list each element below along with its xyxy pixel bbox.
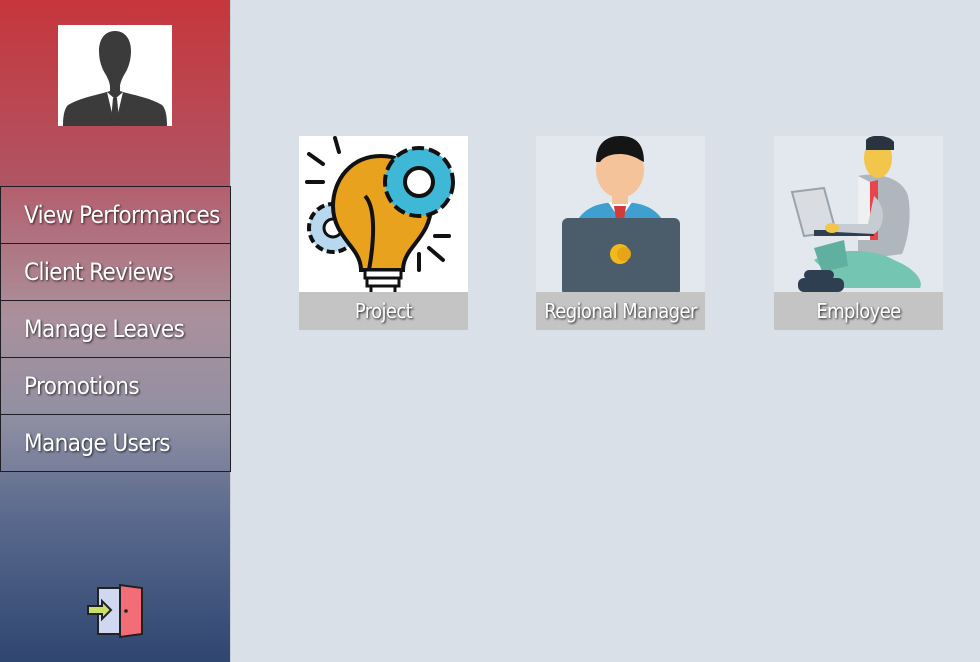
menu-item-manage-users[interactable]: Manage Users bbox=[0, 414, 231, 472]
menu-item-manage-leaves[interactable]: Manage Leaves bbox=[0, 300, 231, 358]
logout-door-icon bbox=[87, 583, 143, 639]
sidebar: View Performances Client Reviews Manage … bbox=[0, 0, 231, 662]
sidebar-menu: View Performances Client Reviews Manage … bbox=[0, 186, 231, 472]
employee-laptop-icon bbox=[774, 136, 943, 296]
lightbulb-gears-icon bbox=[299, 136, 468, 296]
employee-card[interactable]: Employee bbox=[774, 136, 943, 330]
menu-item-promotions[interactable]: Promotions bbox=[0, 357, 231, 415]
manager-laptop-icon bbox=[536, 136, 705, 296]
menu-item-view-performances[interactable]: View Performances bbox=[0, 186, 231, 244]
logout-button[interactable] bbox=[86, 582, 146, 640]
avatar bbox=[58, 25, 172, 126]
employee-card-label: Employee bbox=[774, 292, 943, 330]
project-card[interactable]: Project bbox=[299, 136, 468, 330]
user-silhouette-icon bbox=[63, 31, 167, 126]
regional-manager-card-label: Regional Manager bbox=[536, 292, 705, 330]
project-card-label: Project bbox=[299, 292, 468, 330]
regional-manager-card[interactable]: Regional Manager bbox=[536, 136, 705, 330]
menu-item-client-reviews[interactable]: Client Reviews bbox=[0, 243, 231, 301]
